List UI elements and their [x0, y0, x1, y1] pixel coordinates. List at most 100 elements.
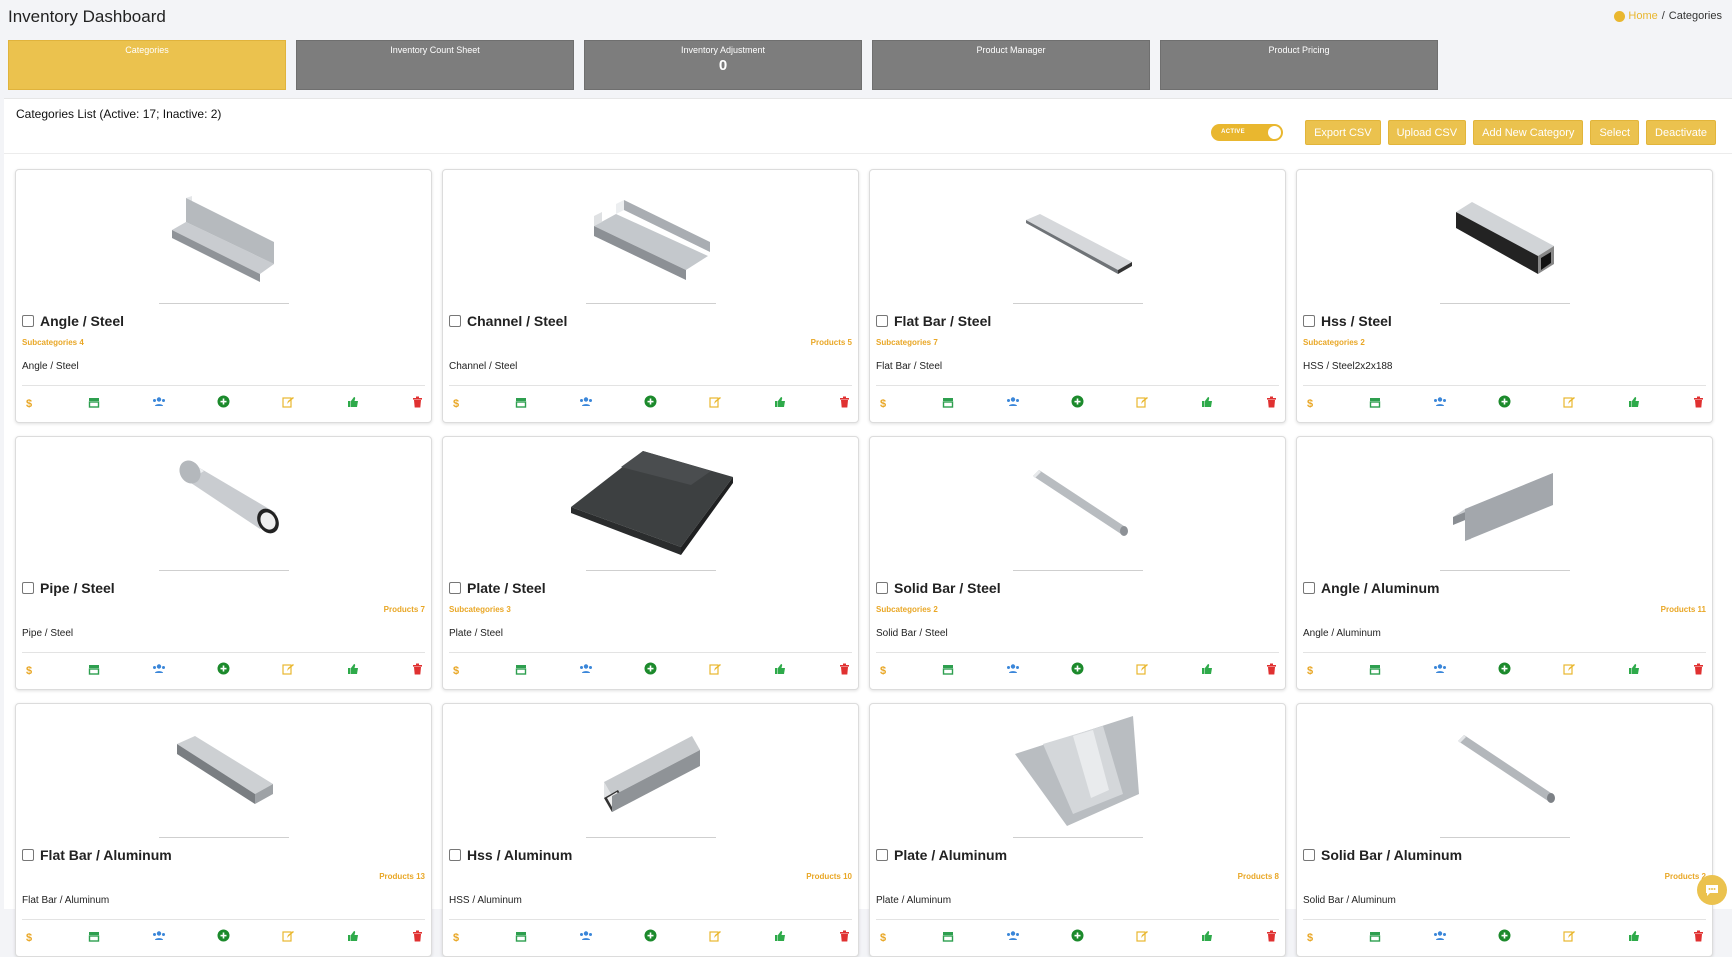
pricing-button[interactable]: $ — [1303, 397, 1317, 411]
category-card[interactable]: Flat Bar / Aluminum Products 13 Flat Bar /… — [15, 703, 432, 957]
edit-button[interactable] — [708, 931, 722, 945]
card-checkbox[interactable] — [1303, 849, 1315, 861]
category-card[interactable]: Solid Bar / Aluminum Products 2 Solid Bar … — [1296, 703, 1713, 957]
edit-button[interactable] — [281, 931, 295, 945]
edit-button[interactable] — [281, 397, 295, 411]
edit-button[interactable] — [1135, 397, 1149, 411]
category-card[interactable]: Hss / Aluminum Products 10 HSS / Aluminum $ — [442, 703, 859, 957]
category-card[interactable]: Pipe / Steel Products 7 Pipe / Steel $ — [15, 436, 432, 690]
subcategories-count[interactable]: Subcategories 4 — [22, 338, 84, 347]
store-button[interactable] — [87, 664, 101, 678]
card-checkbox[interactable] — [876, 315, 888, 327]
edit-button[interactable] — [708, 397, 722, 411]
add-product-button[interactable] — [216, 395, 230, 411]
delete-button[interactable] — [1692, 663, 1706, 678]
products-count[interactable]: Products 11 — [1661, 605, 1706, 614]
add-product-button[interactable] — [1070, 929, 1084, 945]
products-count[interactable]: Products 5 — [811, 338, 852, 347]
approve-button[interactable] — [346, 931, 360, 945]
approve-button[interactable] — [1200, 931, 1214, 945]
subcategories-count[interactable]: Subcategories 2 — [876, 605, 938, 614]
card-checkbox[interactable] — [1303, 582, 1315, 594]
approve-button[interactable] — [346, 664, 360, 678]
add-product-button[interactable] — [643, 662, 657, 678]
delete-button[interactable] — [838, 396, 852, 411]
customers-button[interactable] — [1433, 664, 1447, 678]
store-button[interactable] — [941, 931, 955, 945]
add-product-button[interactable] — [216, 662, 230, 678]
customers-button[interactable] — [1433, 397, 1447, 411]
products-count[interactable]: Products 10 — [806, 872, 852, 881]
delete-button[interactable] — [1265, 396, 1279, 411]
store-button[interactable] — [1368, 664, 1382, 678]
pricing-button[interactable]: $ — [1303, 664, 1317, 678]
tile-inventory-adjustment[interactable]: Inventory Adjustment 0 — [584, 40, 862, 90]
delete-button[interactable] — [411, 396, 425, 411]
customers-button[interactable] — [579, 931, 593, 945]
card-checkbox[interactable] — [449, 849, 461, 861]
edit-button[interactable] — [1562, 397, 1576, 411]
customers-button[interactable] — [1006, 664, 1020, 678]
pricing-button[interactable]: $ — [449, 397, 463, 411]
delete-button[interactable] — [838, 663, 852, 678]
category-card[interactable]: Plate / Steel Subcategories 3 Plate / Stee… — [442, 436, 859, 690]
subcategories-count[interactable]: Subcategories 3 — [449, 605, 511, 614]
upload-csv-button[interactable]: Upload CSV — [1387, 120, 1467, 145]
card-checkbox[interactable] — [22, 849, 34, 861]
delete-button[interactable] — [838, 930, 852, 945]
customers-button[interactable] — [579, 664, 593, 678]
pricing-button[interactable]: $ — [449, 931, 463, 945]
products-count[interactable]: Products 8 — [1238, 872, 1279, 881]
category-card[interactable]: Angle / Steel Subcategories 4 Angle / Stee… — [15, 169, 432, 423]
edit-button[interactable] — [708, 664, 722, 678]
delete-button[interactable] — [411, 663, 425, 678]
pricing-button[interactable]: $ — [22, 397, 36, 411]
add-product-button[interactable] — [216, 929, 230, 945]
pricing-button[interactable]: $ — [1303, 931, 1317, 945]
tile-inventory-count-sheet[interactable]: Inventory Count Sheet — [296, 40, 574, 90]
tile-product-pricing[interactable]: Product Pricing — [1160, 40, 1438, 90]
edit-button[interactable] — [1562, 931, 1576, 945]
products-count[interactable]: Products 7 — [384, 605, 425, 614]
customers-button[interactable] — [152, 397, 166, 411]
pricing-button[interactable]: $ — [876, 931, 890, 945]
edit-button[interactable] — [1562, 664, 1576, 678]
approve-button[interactable] — [346, 397, 360, 411]
card-checkbox[interactable] — [449, 582, 461, 594]
store-button[interactable] — [87, 931, 101, 945]
add-product-button[interactable] — [1070, 395, 1084, 411]
card-checkbox[interactable] — [876, 582, 888, 594]
add-product-button[interactable] — [1497, 662, 1511, 678]
breadcrumb-home-label[interactable]: Home — [1628, 10, 1657, 22]
store-button[interactable] — [1368, 931, 1382, 945]
card-checkbox[interactable] — [876, 849, 888, 861]
select-button[interactable]: Select — [1590, 120, 1640, 145]
export-csv-button[interactable]: Export CSV — [1305, 120, 1381, 145]
store-button[interactable] — [941, 397, 955, 411]
subcategories-count[interactable]: Subcategories 2 — [1303, 338, 1365, 347]
card-checkbox[interactable] — [449, 315, 461, 327]
card-checkbox[interactable] — [1303, 315, 1315, 327]
add-new-category-button[interactable]: Add New Category — [1473, 120, 1584, 145]
store-button[interactable] — [87, 397, 101, 411]
subcategories-count[interactable]: Subcategories 7 — [876, 338, 938, 347]
delete-button[interactable] — [1265, 930, 1279, 945]
delete-button[interactable] — [1692, 930, 1706, 945]
approve-button[interactable] — [1627, 931, 1641, 945]
edit-button[interactable] — [1135, 931, 1149, 945]
add-product-button[interactable] — [643, 395, 657, 411]
category-card[interactable]: Angle / Aluminum Products 11 Angle / Alumi… — [1296, 436, 1713, 690]
products-count[interactable]: Products 13 — [379, 872, 425, 881]
pricing-button[interactable]: $ — [22, 664, 36, 678]
pricing-button[interactable]: $ — [449, 664, 463, 678]
delete-button[interactable] — [1692, 396, 1706, 411]
approve-button[interactable] — [773, 664, 787, 678]
delete-button[interactable] — [1265, 663, 1279, 678]
deactivate-button[interactable]: Deactivate — [1646, 120, 1716, 145]
category-card[interactable]: Hss / Steel Subcategories 2 HSS / Steel2x2… — [1296, 169, 1713, 423]
store-button[interactable] — [514, 664, 528, 678]
edit-button[interactable] — [1135, 664, 1149, 678]
add-product-button[interactable] — [1497, 395, 1511, 411]
customers-button[interactable] — [1006, 931, 1020, 945]
chat-button[interactable] — [1697, 875, 1727, 905]
